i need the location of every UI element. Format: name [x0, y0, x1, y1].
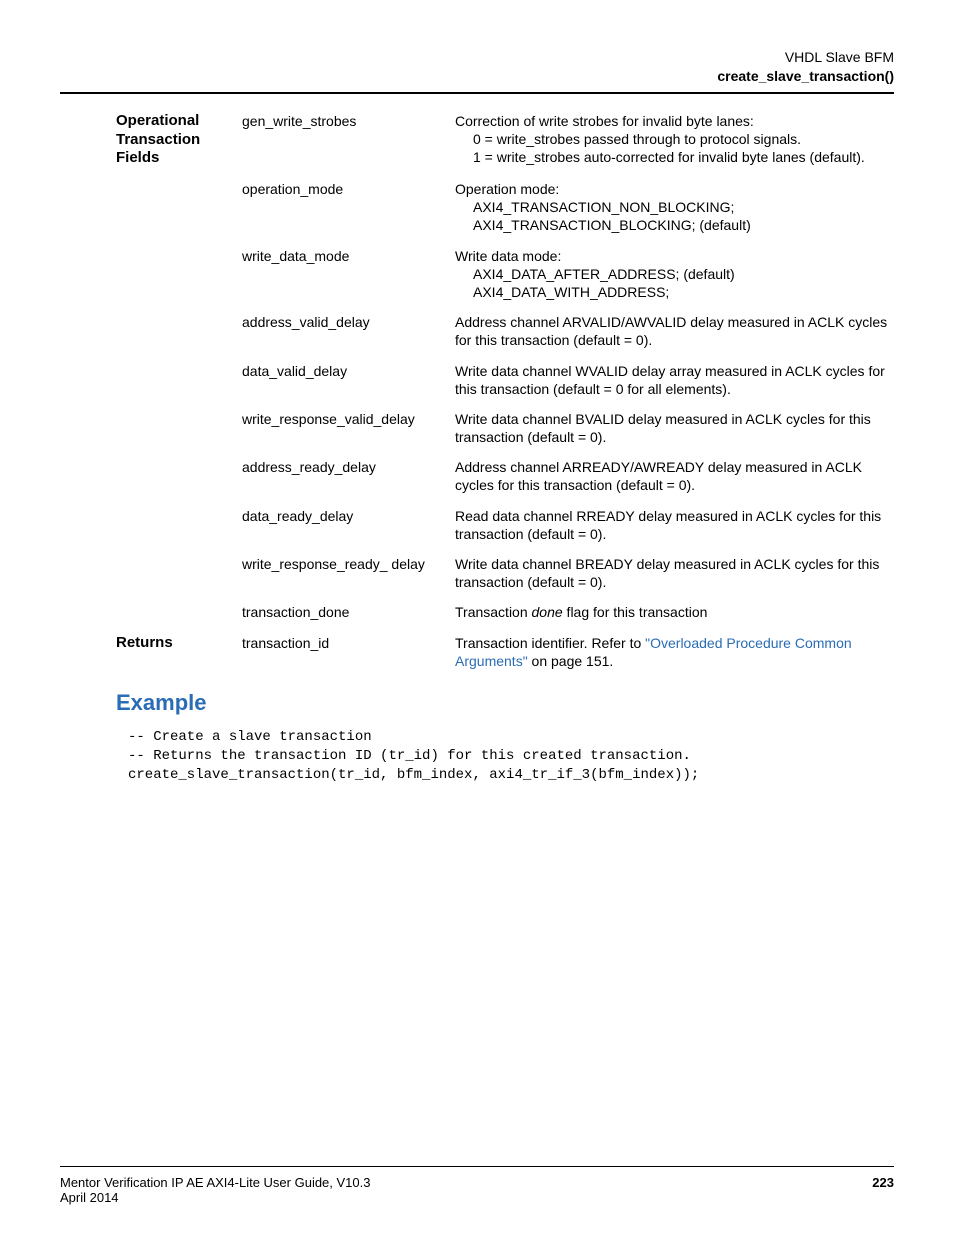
desc-intro: Correction of write strobes for invalid … [455, 113, 754, 129]
field-desc: Transaction done flag for this transacti… [455, 603, 894, 621]
desc-text: on page 151. [528, 653, 614, 669]
field-row: Returns transaction_id Transaction ident… [116, 634, 894, 670]
field-row: write_response_valid_delay Write data ch… [116, 410, 894, 446]
footer-doc-title: Mentor Verification IP AE AXI4-Lite User… [60, 1175, 370, 1190]
header-line-1: VHDL Slave BFM [60, 48, 894, 67]
field-name: write_response_ready_ delay [242, 555, 455, 591]
desc-opt: AXI4_TRANSACTION_NON_BLOCKING; [455, 198, 894, 216]
field-row: data_valid_delay Write data channel WVAL… [116, 362, 894, 398]
field-desc: Transaction identifier. Refer to "Overlo… [455, 634, 894, 670]
desc-opt: AXI4_DATA_WITH_ADDRESS; [455, 283, 894, 301]
field-desc: Write data channel BVALID delay measured… [455, 410, 894, 446]
field-row: data_ready_delay Read data channel RREAD… [116, 507, 894, 543]
example-heading: Example [116, 690, 894, 716]
desc-opt0: 0 = write_strobes passed through to prot… [455, 130, 894, 148]
field-name: data_valid_delay [242, 362, 455, 398]
header-rule [60, 92, 894, 94]
footer-left: Mentor Verification IP AE AXI4-Lite User… [60, 1175, 370, 1205]
field-name: data_ready_delay [242, 507, 455, 543]
field-name: transaction_id [242, 634, 455, 670]
field-name: address_ready_delay [242, 458, 455, 494]
field-name: transaction_done [242, 603, 455, 621]
field-name: gen_write_strobes [242, 112, 455, 168]
main-content: Operational Transaction Fields gen_write… [60, 112, 894, 785]
field-row: Operational Transaction Fields gen_write… [116, 112, 894, 168]
field-desc: Operation mode: AXI4_TRANSACTION_NON_BLO… [455, 180, 894, 235]
field-row: transaction_done Transaction done flag f… [116, 603, 894, 621]
desc-intro: Write data mode: [455, 248, 561, 264]
desc-em: done [532, 604, 563, 620]
page-footer: Mentor Verification IP AE AXI4-Lite User… [60, 1166, 894, 1205]
page-header: VHDL Slave BFM create_slave_transaction(… [60, 48, 894, 86]
desc-intro: Operation mode: [455, 181, 559, 197]
field-desc: Correction of write strobes for invalid … [455, 112, 894, 168]
desc-opt: AXI4_DATA_AFTER_ADDRESS; (default) [455, 265, 894, 283]
header-line-2: create_slave_transaction() [60, 67, 894, 86]
desc-text: flag for this transaction [563, 604, 708, 620]
footer-date: April 2014 [60, 1190, 370, 1205]
field-row: address_valid_delay Address channel ARVA… [116, 313, 894, 349]
field-row: write_data_mode Write data mode: AXI4_DA… [116, 247, 894, 302]
section-label-op-fields: Operational Transaction Fields [116, 112, 242, 168]
desc-opt: AXI4_TRANSACTION_BLOCKING; (default) [455, 216, 894, 234]
field-desc: Address channel ARREADY/AWREADY delay me… [455, 458, 894, 494]
code-block: -- Create a slave transaction -- Returns… [128, 728, 894, 785]
desc-text: Transaction [455, 604, 532, 620]
page-number: 223 [872, 1175, 894, 1205]
field-row: address_ready_delay Address channel ARRE… [116, 458, 894, 494]
field-name: write_response_valid_delay [242, 410, 455, 446]
field-desc: Write data mode: AXI4_DATA_AFTER_ADDRESS… [455, 247, 894, 302]
field-desc: Write data channel BREADY delay measured… [455, 555, 894, 591]
field-desc: Address channel ARVALID/AWVALID delay me… [455, 313, 894, 349]
field-name: operation_mode [242, 180, 455, 235]
field-name: address_valid_delay [242, 313, 455, 349]
field-name: write_data_mode [242, 247, 455, 302]
field-row: operation_mode Operation mode: AXI4_TRAN… [116, 180, 894, 235]
field-desc: Read data channel RREADY delay measured … [455, 507, 894, 543]
section-label-returns: Returns [116, 634, 242, 670]
desc-text: Transaction identifier. Refer to [455, 635, 645, 651]
field-desc: Write data channel WVALID delay array me… [455, 362, 894, 398]
desc-opt1: 1 = write_strobes auto-corrected for inv… [455, 148, 894, 166]
field-row: write_response_ready_ delay Write data c… [116, 555, 894, 591]
